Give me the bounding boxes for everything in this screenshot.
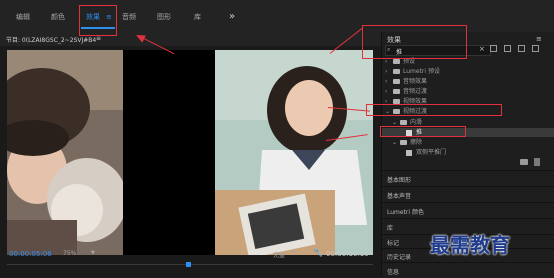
tree-item-audio-effects[interactable]: › 音频效果 <box>382 77 427 86</box>
new-bin-icon[interactable] <box>532 45 539 52</box>
section-label: 历史记录 <box>387 254 412 261</box>
video-frame <box>0 50 373 259</box>
section-label: 基本声音 <box>387 193 412 200</box>
panel-info[interactable]: 信息 <box>382 262 554 278</box>
watermark: 最需教育 <box>430 233 510 257</box>
32bit-effects-icon[interactable] <box>504 45 511 52</box>
tree-label: 内滑 <box>410 119 423 126</box>
folder-icon <box>393 89 400 94</box>
clear-search-icon[interactable]: × <box>479 45 485 53</box>
tree-label: 音频过渡 <box>403 88 428 95</box>
annotation-box-push <box>380 126 466 137</box>
zoom-select[interactable]: 75% <box>63 250 76 257</box>
tree-item-audio-transitions[interactable]: › 音频过渡 <box>382 87 427 96</box>
workspace-tab-edit[interactable]: 编辑 <box>16 10 30 24</box>
playhead[interactable] <box>186 262 191 267</box>
right-clip-image <box>215 50 373 259</box>
tree-item-lumetri-presets[interactable]: › Lumetri 预设 <box>382 67 440 76</box>
more-workspaces-icon[interactable]: » <box>229 10 235 24</box>
tree-item-double-side-push-door[interactable]: 双侧平推门 <box>382 148 446 157</box>
push-transition-gap <box>123 50 215 255</box>
section-label: Lumetri 颜色 <box>387 209 424 216</box>
quality-select[interactable]: 完整 <box>273 250 285 259</box>
program-menu-icon[interactable]: ≡ <box>96 35 101 42</box>
chevron-down-icon: ⌄ <box>392 139 398 146</box>
program-viewer[interactable] <box>0 50 373 259</box>
delete-icon[interactable] <box>534 158 540 166</box>
tree-label: 双侧平推门 <box>416 149 447 156</box>
effects-menu-icon[interactable]: ≡ <box>536 35 542 43</box>
chevron-right-icon: › <box>385 68 388 75</box>
program-header: 节目: 0(LZAI8GSC_2~2SVJ#B4 ≡ <box>0 32 381 46</box>
yuv-effects-icon[interactable] <box>518 45 525 52</box>
panel-lumetri-color[interactable]: Lumetri 颜色 <box>382 202 554 219</box>
panel-essential-sound[interactable]: 基本声音 <box>382 186 554 203</box>
left-clip-image <box>0 50 127 255</box>
annotation-box-video-transitions <box>366 104 502 116</box>
folder-icon <box>393 59 400 64</box>
tree-label: Lumetri 预设 <box>403 68 440 75</box>
section-label: 基本图形 <box>387 177 412 184</box>
tree-label: 擦除 <box>410 139 423 146</box>
chevron-right-icon: › <box>385 78 388 85</box>
folder-icon <box>400 140 407 145</box>
annotation-box-effects-search <box>362 25 467 59</box>
annotation-box-effects-tab <box>79 5 117 36</box>
workspace-tab-audio[interactable]: 音频 <box>122 10 136 24</box>
tree-label: 预设 <box>403 58 416 65</box>
program-title: 节目: 0(LZAI8GSC_2~2SVJ#B4 <box>6 37 97 44</box>
zoom-dropdown-icon[interactable]: ▼ <box>91 250 95 256</box>
section-label: 标记 <box>387 240 400 247</box>
accelerated-effects-icon[interactable] <box>490 45 497 52</box>
section-label: 信息 <box>387 269 400 276</box>
workspace-tab-libraries[interactable]: 库 <box>194 10 201 24</box>
section-label: 库 <box>387 225 394 232</box>
wrench-icon[interactable]: 🔧 <box>313 248 323 257</box>
program-monitor: 节目: 0(LZAI8GSC_2~2SVJ#B4 ≡ 00:00:05:06 7… <box>0 32 381 277</box>
workspace-tab-graphics[interactable]: 图形 <box>157 10 171 24</box>
folder-icon <box>400 120 407 125</box>
quality-dropdown-icon[interactable]: ▼ <box>292 250 296 256</box>
workspace-tab-color[interactable]: 颜色 <box>51 10 65 24</box>
duration-timecode: 00:00:10:10 <box>326 250 369 258</box>
transition-item-icon <box>406 149 412 156</box>
panel-essential-graphics[interactable]: 基本图形 <box>382 170 554 187</box>
folder-icon <box>393 79 400 84</box>
chevron-right-icon: › <box>385 88 388 95</box>
tree-label: 音频效果 <box>403 78 428 85</box>
current-timecode[interactable]: 00:00:05:06 <box>9 250 52 258</box>
tree-item-wipe[interactable]: ⌄ 擦除 <box>392 138 422 147</box>
folder-icon <box>393 69 400 74</box>
new-folder-icon[interactable] <box>520 159 528 165</box>
